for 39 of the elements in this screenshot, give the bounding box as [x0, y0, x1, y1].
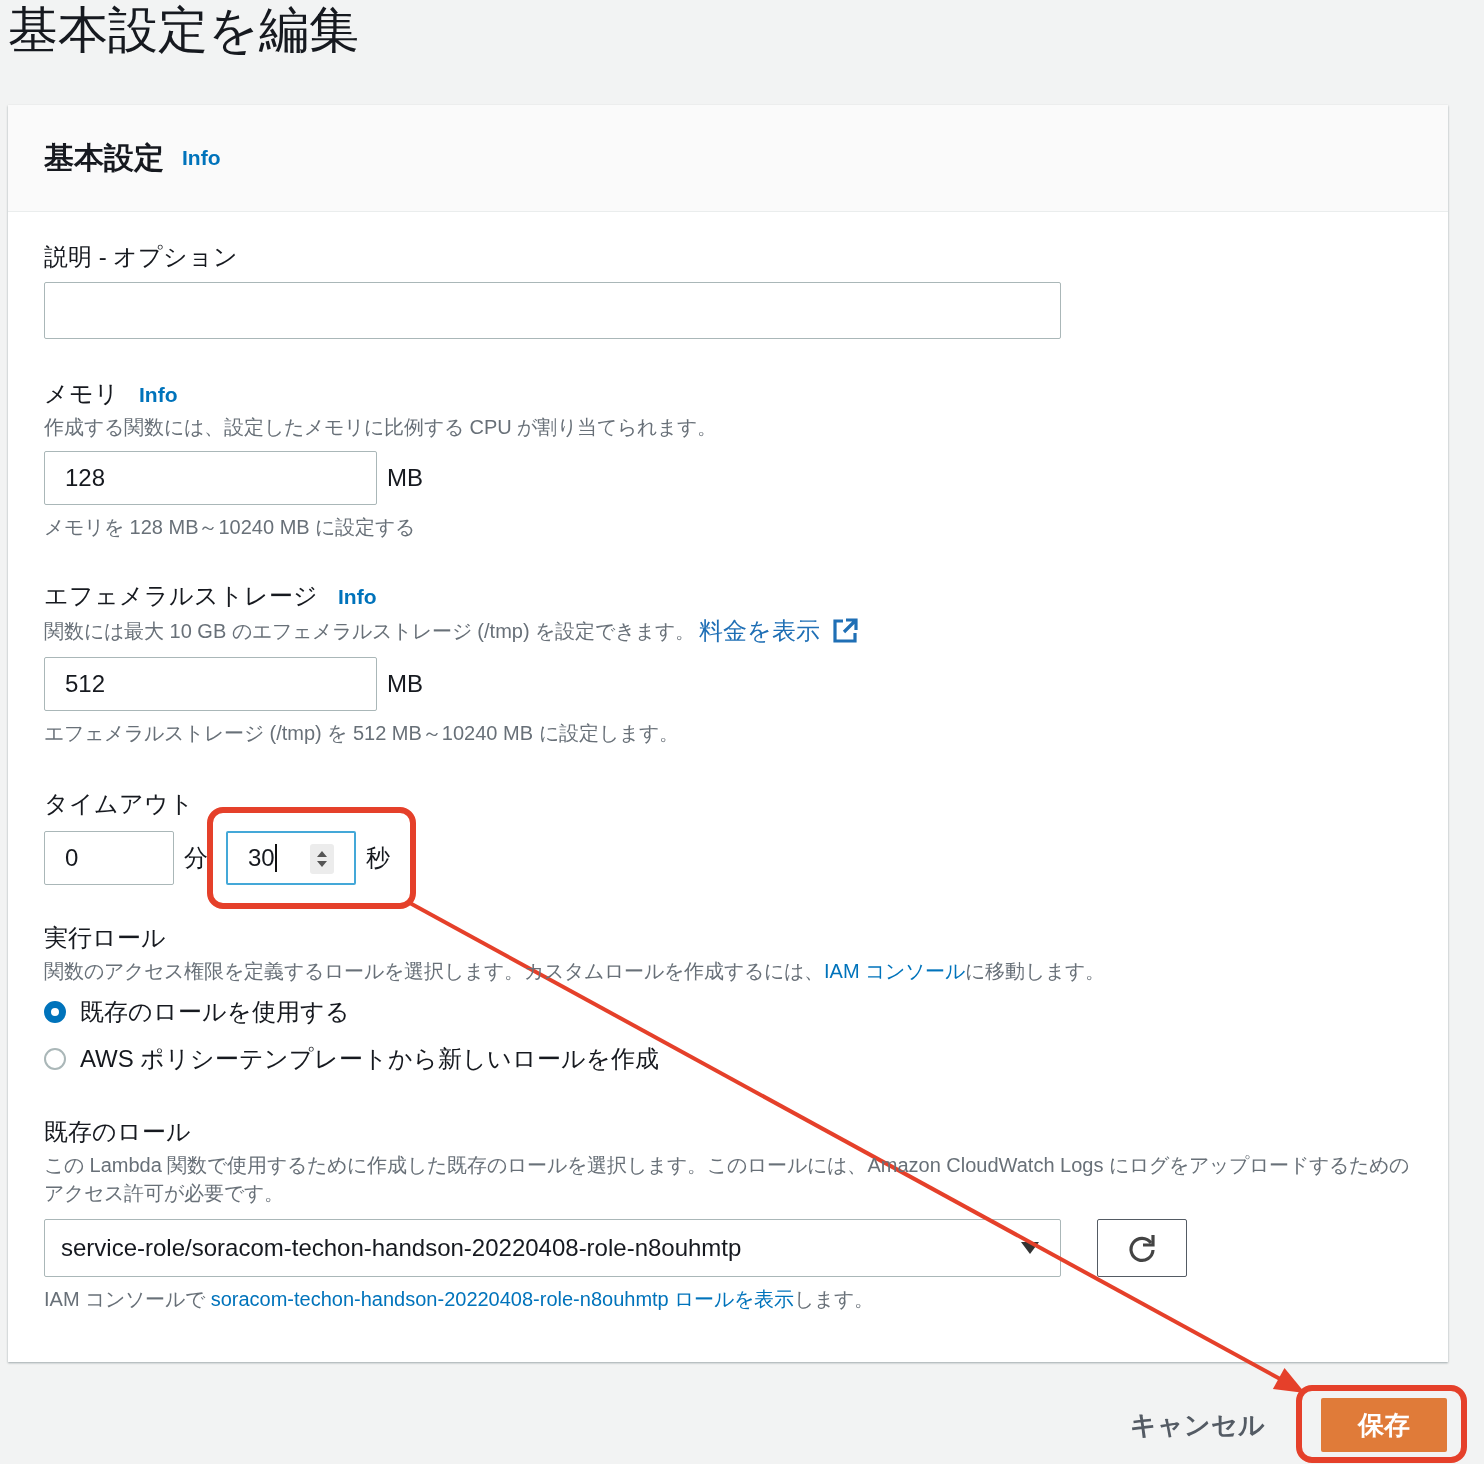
description-input[interactable]	[44, 282, 1061, 339]
unit-label: MB	[387, 464, 423, 492]
cancel-button[interactable]: キャンセル	[1130, 1407, 1265, 1443]
info-link[interactable]: Info	[338, 585, 377, 609]
field-label: 実行ロール	[44, 923, 167, 953]
field-hint: 関数には最大 10 GB のエフェメラルストレージ (/tmp) を設定できます。	[44, 619, 696, 644]
field-label: タイムアウト	[44, 789, 195, 819]
refresh-icon	[1126, 1232, 1158, 1264]
caret-icon	[1020, 1241, 1040, 1255]
storage-input[interactable]: 512	[44, 657, 377, 711]
field-label: エフェメラルストレージ	[44, 581, 318, 611]
panel-title: 基本設定	[44, 139, 164, 176]
field-label: メモリ	[44, 379, 119, 409]
field-label: 説明 - オプション	[44, 242, 240, 272]
external-link-icon[interactable]	[832, 618, 859, 644]
role-option[interactable]: AWS ポリシーテンプレートから新しいロールを作成	[44, 1042, 1412, 1075]
minutes-input[interactable]: 0	[44, 831, 174, 885]
role-option[interactable]: 既存のロールを使用する	[44, 995, 1412, 1028]
unit-label: 分	[184, 843, 208, 873]
constraint-text: メモリを 128 MB～10240 MB に設定する	[44, 515, 417, 540]
info-link[interactable]: Info	[182, 146, 221, 170]
iam-console-link[interactable]: IAM コンソール	[824, 960, 966, 982]
constraint-text: エフェメラルストレージ (/tmp) を 512 MB～10240 MB に設定します。	[44, 721, 680, 746]
role-link[interactable]: soracom-techon-handson-20220408-role-n8ouhmtp ロールを表示	[210, 1288, 795, 1310]
seconds-input[interactable]: 30	[226, 831, 356, 885]
unit-label: 秒	[366, 843, 390, 873]
field-label: 既存のロール	[44, 1117, 192, 1147]
field-hint: 作成する関数には、設定したメモリに比例する CPU が割り当てられます。	[44, 415, 719, 440]
role-select[interactable]: service-role/soracom-techon-handson-20220408-role-n8ouhmtp	[44, 1219, 1061, 1277]
radio-button[interactable]	[44, 1047, 66, 1070]
page-title: 基本設定を編集	[7, 1, 360, 60]
radio-button[interactable]	[44, 1000, 66, 1023]
unit-label: MB	[387, 670, 423, 698]
info-link[interactable]: Info	[139, 383, 178, 407]
spinner-icon[interactable]	[310, 844, 334, 874]
pricing-link[interactable]: 料金を表示	[699, 615, 821, 647]
refresh-button[interactable]	[1097, 1219, 1187, 1277]
memory-input[interactable]: 128	[44, 451, 377, 505]
role-note: IAM コンソールで soracom-techon-handson-20220408-role-n8ouhmtp ロールを表示します。	[44, 1287, 876, 1312]
